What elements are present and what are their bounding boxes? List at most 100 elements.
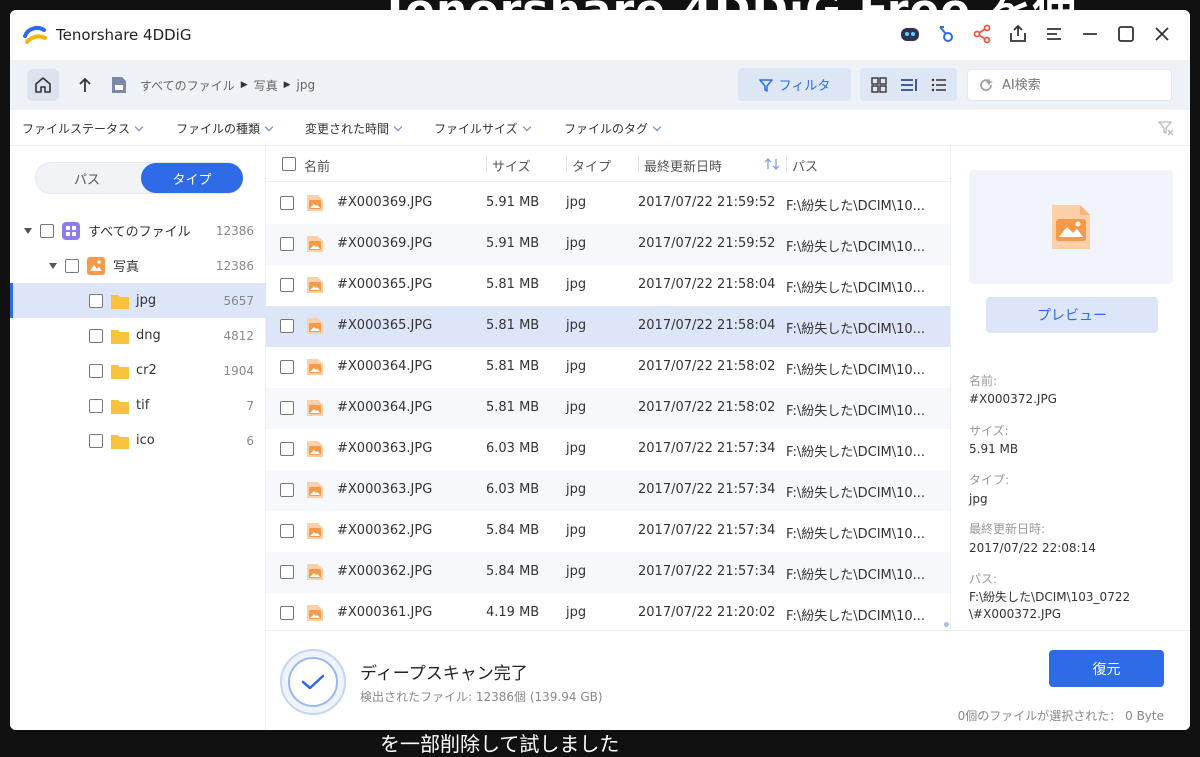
column-header-size[interactable]: サイズ xyxy=(492,156,531,175)
cell-path: F:\紛失した\DCIM\10... xyxy=(786,404,926,419)
robot-icon[interactable] xyxy=(896,20,924,48)
chevron-down-icon xyxy=(652,122,662,132)
table-row[interactable]: #X000369.JPG 5.91 MB jpg 2017/07/22 21:59:5… xyxy=(266,183,950,224)
checkbox[interactable] xyxy=(89,433,103,448)
table-row[interactable]: #X000369.JPG 5.91 MB jpg 2017/07/22 21:59:5… xyxy=(266,224,950,265)
sort-icon[interactable] xyxy=(764,157,780,171)
tree-item-all-files[interactable]: すべてのファイル 12386 xyxy=(10,213,266,248)
toggle-type-button[interactable]: タイプ xyxy=(141,163,243,193)
key-icon[interactable] xyxy=(932,20,960,48)
folder-icon xyxy=(111,364,129,379)
toggle-path-button[interactable]: パス xyxy=(36,163,138,193)
image-file-icon xyxy=(307,564,323,580)
detail-type-label: タイプ: xyxy=(969,473,1010,487)
table-row[interactable]: #X000365.JPG 5.81 MB jpg 2017/07/22 21:58:0… xyxy=(266,306,950,347)
table-row[interactable]: #X000364.JPG 5.81 MB jpg 2017/07/22 21:58:0… xyxy=(266,347,950,388)
up-button[interactable] xyxy=(72,69,98,101)
tree-item-photos[interactable]: 写真 12386 xyxy=(10,248,266,283)
cell-size: 6.03 MB xyxy=(486,482,540,497)
filter-file-tag-dropdown[interactable]: ファイルのタグ xyxy=(564,120,662,137)
minimize-icon[interactable] xyxy=(1076,20,1104,48)
table-row[interactable]: #X000363.JPG 6.03 MB jpg 2017/07/22 21:57:3… xyxy=(266,429,950,470)
detail-view-icon[interactable] xyxy=(930,76,948,94)
tree-item-count: 12386 xyxy=(215,258,254,273)
export-icon[interactable] xyxy=(1004,20,1032,48)
grid-view-icon[interactable] xyxy=(870,76,888,94)
image-file-icon xyxy=(307,441,323,457)
checkbox[interactable] xyxy=(65,258,79,273)
share-icon[interactable] xyxy=(968,20,996,48)
row-checkbox[interactable] xyxy=(280,278,294,292)
cell-size: 5.81 MB xyxy=(486,318,540,333)
arrow-up-icon xyxy=(79,77,91,92)
chevron-down-icon xyxy=(393,122,403,132)
row-checkbox[interactable] xyxy=(280,442,294,456)
row-checkbox[interactable] xyxy=(280,319,294,333)
column-header-path[interactable]: パス xyxy=(792,156,818,175)
image-file-icon xyxy=(307,195,323,211)
filter-file-type-dropdown[interactable]: ファイルの種類 xyxy=(176,120,274,137)
image-file-icon xyxy=(307,523,323,539)
row-checkbox[interactable] xyxy=(280,237,294,251)
table-row[interactable]: #X000362.JPG 5.84 MB jpg 2017/07/22 21:57:3… xyxy=(266,552,950,593)
caret-down-icon[interactable] xyxy=(24,227,32,234)
checkbox[interactable] xyxy=(89,398,103,413)
filter-modified-time-dropdown[interactable]: 変更された時間 xyxy=(305,120,403,137)
column-header-modified[interactable]: 最終更新日時 xyxy=(644,156,722,175)
cell-name: #X000361.JPG xyxy=(337,605,433,620)
table-row[interactable]: #X000364.JPG 5.81 MB jpg 2017/07/22 21:58:0… xyxy=(266,388,950,429)
clear-filter-icon[interactable] xyxy=(1158,120,1174,136)
image-file-icon xyxy=(307,359,323,375)
cell-type: jpg xyxy=(566,195,587,210)
menu-icon[interactable] xyxy=(1040,20,1068,48)
maximize-icon[interactable] xyxy=(1112,20,1140,48)
table-row[interactable]: #X000362.JPG 5.84 MB jpg 2017/07/22 21:57:3… xyxy=(266,511,950,552)
preview-button[interactable]: プレビュー xyxy=(986,297,1158,333)
filter-file-size-dropdown[interactable]: ファイルサイズ xyxy=(434,120,531,137)
checkbox[interactable] xyxy=(40,223,54,238)
scrollbar[interactable] xyxy=(944,622,949,627)
detail-path-value: F:\紛失した\DCIM\103_0722\#X000372.JPG xyxy=(969,590,1131,621)
background-caption-bottom: を一部削除して試しました xyxy=(380,732,620,756)
tree-item-cr2[interactable]: cr2 1904 xyxy=(10,353,266,388)
row-checkbox[interactable] xyxy=(280,401,294,415)
cell-path: F:\紛失した\DCIM\10... xyxy=(786,609,926,624)
restore-button[interactable]: 復元 xyxy=(1049,650,1164,687)
search-input[interactable] xyxy=(1002,77,1162,93)
row-checkbox[interactable] xyxy=(280,483,294,497)
column-header-type[interactable]: タイプ xyxy=(572,156,611,175)
checkbox[interactable] xyxy=(89,328,103,343)
tree-item-dng[interactable]: dng 4812 xyxy=(10,318,266,353)
detail-path-label: パス: xyxy=(969,572,998,586)
table-row[interactable]: #X000363.JPG 6.03 MB jpg 2017/07/22 21:57:3… xyxy=(266,470,950,511)
checkbox[interactable] xyxy=(89,293,103,308)
row-checkbox[interactable] xyxy=(280,196,294,210)
home-button[interactable] xyxy=(27,69,59,101)
cell-name: #X000365.JPG xyxy=(337,277,433,292)
row-checkbox[interactable] xyxy=(280,565,294,579)
tree-item-ico[interactable]: ico 6 xyxy=(10,423,266,458)
row-checkbox[interactable] xyxy=(280,524,294,538)
tree-item-tif[interactable]: tif 7 xyxy=(10,388,266,423)
select-all-checkbox[interactable] xyxy=(282,157,296,171)
close-icon[interactable] xyxy=(1148,20,1176,48)
checkbox[interactable] xyxy=(89,363,103,378)
breadcrumb-item[interactable]: すべてのファイル xyxy=(140,77,235,94)
list-view-icon[interactable] xyxy=(899,76,919,94)
search-box[interactable] xyxy=(967,69,1172,101)
row-checkbox[interactable] xyxy=(280,360,294,374)
column-header-name[interactable]: 名前 xyxy=(304,156,330,175)
breadcrumb-item[interactable]: jpg xyxy=(297,78,316,92)
table-row[interactable]: #X000361.JPG 4.19 MB jpg 2017/07/22 21:20:0… xyxy=(266,593,950,634)
all-files-icon xyxy=(62,221,80,240)
filter-button[interactable]: フィルタ xyxy=(738,68,851,101)
filter-file-status-dropdown[interactable]: ファイルステータス xyxy=(22,120,144,137)
chevron-down-icon xyxy=(264,122,274,132)
row-checkbox[interactable] xyxy=(280,606,294,620)
tree-item-jpg[interactable]: jpg 5657 xyxy=(10,283,266,318)
status-bar: ディープスキャン完了 検出されたファイル: 12386個 (139.94 GB)… xyxy=(266,630,1190,730)
caret-down-icon[interactable] xyxy=(49,262,57,269)
breadcrumb-item[interactable]: 写真 xyxy=(254,77,278,94)
table-row[interactable]: #X000365.JPG 5.81 MB jpg 2017/07/22 21:58:0… xyxy=(266,265,950,306)
scan-complete-badge xyxy=(280,649,346,715)
